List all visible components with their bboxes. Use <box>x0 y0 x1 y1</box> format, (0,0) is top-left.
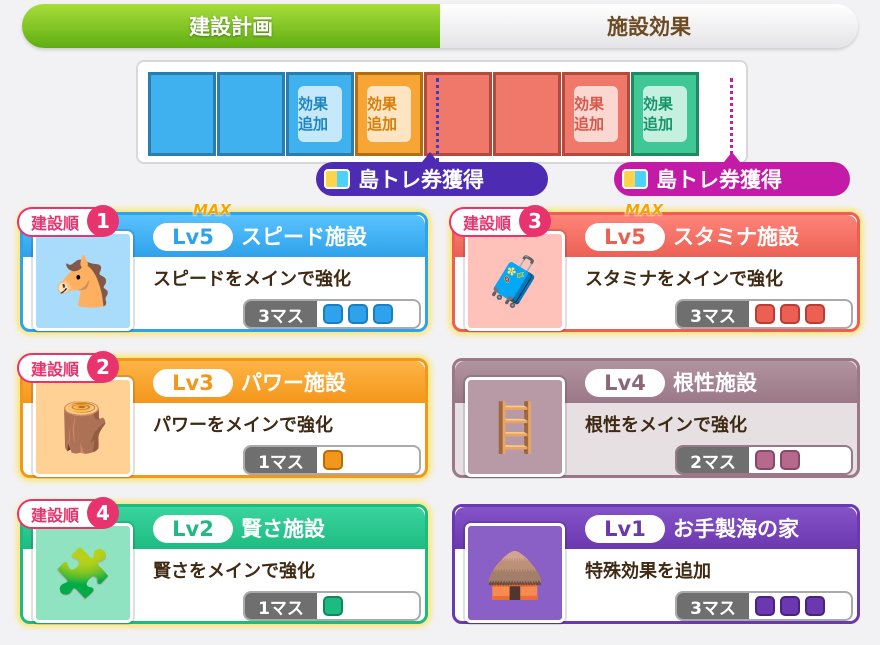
build-order-number: 4 <box>87 497 120 529</box>
max-level-badge: MAX <box>625 201 664 219</box>
facility-name: スピード施設 <box>241 225 367 249</box>
facility-size-label: 3マス <box>245 301 317 327</box>
facility-card[interactable]: 🛖 Lv1 お手製海の家特殊効果を追加 3マス <box>452 504 860 624</box>
facility-icon: 🪜 <box>485 399 545 456</box>
facility-size: 1マス <box>243 445 421 475</box>
build-order-number: 1 <box>87 205 120 237</box>
facility-card[interactable]: 🧩 Lv2 賢さ施設賢さをメインで強化 1マス 建設順 4 <box>17 497 428 624</box>
build-order-number: 2 <box>87 351 120 383</box>
build-order-number: 3 <box>519 205 552 237</box>
ticket-reward-label: 島トレ券獲得 <box>358 168 484 192</box>
facility-card[interactable]: 🧳 Lv5 スタミナ施設スタミナをメインで強化 3マス 建設順 3 MAX <box>449 201 860 332</box>
facility-icon: 🐴 <box>53 253 113 310</box>
progress-cell: 効果追加 <box>355 72 423 156</box>
facility-name: 賢さ施設 <box>241 517 325 541</box>
build-order-label: 建設順 <box>31 214 80 233</box>
facility-name: お手製海の家 <box>673 517 799 541</box>
facility-size-label: 3マス <box>677 593 749 619</box>
facility-thumbnail: 🧩 <box>33 523 133 623</box>
size-pip <box>373 304 393 324</box>
size-pip <box>805 304 825 324</box>
facility-icon: 🪵 <box>53 399 113 456</box>
facility-icon: 🧳 <box>485 253 545 310</box>
ticket-reward-label: 島トレ券獲得 <box>656 168 782 192</box>
size-pip <box>805 596 825 616</box>
facility-level: Lv5 <box>585 223 665 251</box>
facility-description: 根性をメインで強化 <box>585 415 747 436</box>
facility-thumbnail: 🪵 <box>33 377 133 477</box>
build-order-label: 建設順 <box>463 214 512 233</box>
facility-level: Lv2 <box>153 515 233 543</box>
facility-size: 3マス <box>675 299 853 329</box>
facility-level: Lv3 <box>153 369 233 397</box>
facility-name: 根性施設 <box>673 371 757 395</box>
size-pip <box>755 304 775 324</box>
build-order-badge: 建設順 3 <box>449 205 552 237</box>
ticket-icon <box>622 169 648 189</box>
facility-description: パワーをメインで強化 <box>153 415 333 436</box>
facility-description: スピードをメインで強化 <box>153 269 351 290</box>
build-order-badge: 建設順 2 <box>17 351 120 383</box>
ticket-threshold-2 <box>730 78 733 162</box>
max-level-badge: MAX <box>193 201 232 219</box>
tab-facility-effects[interactable]: 施設効果 <box>440 4 858 48</box>
facility-size: 3マス <box>243 299 421 329</box>
progress-cell <box>493 72 561 156</box>
progress-cell <box>148 72 216 156</box>
facility-name: スタミナ施設 <box>673 225 799 249</box>
facility-description: スタミナをメインで強化 <box>585 269 783 290</box>
facility-icon: 🛖 <box>485 545 545 602</box>
facility-description: 特殊効果を追加 <box>585 561 711 582</box>
build-order-badge: 建設順 4 <box>17 497 120 529</box>
size-pip <box>780 596 800 616</box>
progress-cell <box>424 72 492 156</box>
tab-bar: 建設計画 施設効果 <box>22 4 858 48</box>
size-pip <box>755 450 775 470</box>
build-order-label: 建設順 <box>31 506 80 525</box>
size-pip <box>780 304 800 324</box>
size-pip <box>755 596 775 616</box>
size-pip <box>780 450 800 470</box>
facility-size-label: 1マス <box>245 593 317 619</box>
facility-card[interactable]: 🪵 Lv3 パワー施設パワーをメインで強化 1マス 建設順 2 <box>17 351 428 478</box>
facility-thumbnail: 🪜 <box>465 377 565 477</box>
facility-card[interactable]: 🪜 Lv4 根性施設根性をメインで強化 2マス <box>452 358 860 478</box>
ticket-reward-badge-1: 島トレ券獲得 <box>316 152 548 196</box>
facility-thumbnail: 🐴 <box>33 231 133 331</box>
facility-size-label: 3マス <box>677 301 749 327</box>
effect-bonus-label: 効果追加 <box>643 86 687 142</box>
facility-level: Lv4 <box>585 369 665 397</box>
size-pip <box>348 304 368 324</box>
facility-icon: 🧩 <box>53 545 113 602</box>
facility-size-label: 2マス <box>677 447 749 473</box>
progress-cell <box>217 72 285 156</box>
facility-thumbnail: 🧳 <box>465 231 565 331</box>
build-order-label: 建設順 <box>31 360 80 379</box>
ticket-threshold-1 <box>436 78 439 162</box>
ticket-reward-badge-2: 島トレ券獲得 <box>614 152 850 196</box>
build-order-badge: 建設順 1 <box>17 205 120 237</box>
progress-cell: 効果追加 <box>286 72 354 156</box>
progress-cell: 効果追加 <box>631 72 699 156</box>
facility-description: 賢さをメインで強化 <box>153 561 315 582</box>
facility-card[interactable]: 🐴 Lv5 スピード施設スピードをメインで強化 3マス 建設順 1 MAX <box>17 201 428 332</box>
facility-size: 1マス <box>243 591 421 621</box>
ticket-icon <box>324 169 350 189</box>
facility-level: Lv5 <box>153 223 233 251</box>
facility-name: パワー施設 <box>241 371 346 395</box>
effect-bonus-label: 効果追加 <box>367 86 411 142</box>
size-pip <box>323 450 343 470</box>
effect-bonus-label: 効果追加 <box>574 86 618 142</box>
size-pip <box>323 304 343 324</box>
facility-thumbnail: 🛖 <box>465 523 565 623</box>
size-pip <box>323 596 343 616</box>
facility-size: 2マス <box>675 445 853 475</box>
build-progress-track: 効果追加 効果追加 効果追加 効果追加 <box>136 60 748 164</box>
tab-construction-plan[interactable]: 建設計画 <box>22 4 440 48</box>
facility-level: Lv1 <box>585 515 665 543</box>
facility-size: 3マス <box>675 591 853 621</box>
effect-bonus-label: 効果追加 <box>298 86 342 142</box>
facility-size-label: 1マス <box>245 447 317 473</box>
progress-cell: 効果追加 <box>562 72 630 156</box>
